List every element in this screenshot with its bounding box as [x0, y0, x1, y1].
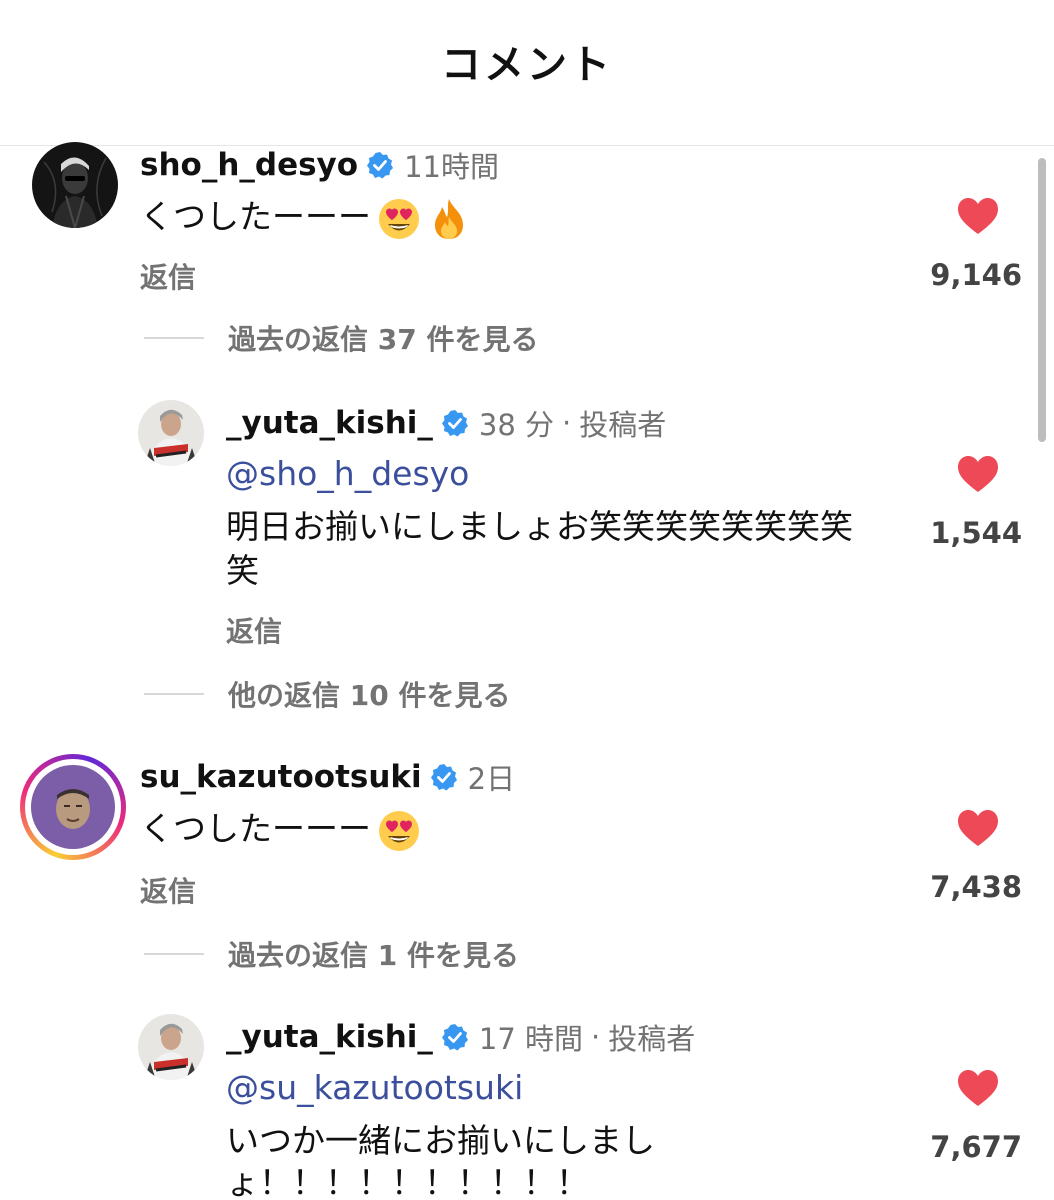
- comment-text-continued: 笑: [226, 551, 259, 590]
- heart-eyes-emoji-icon: [377, 809, 421, 853]
- like-heart-icon[interactable]: [956, 1068, 1000, 1108]
- author-tag: 投稿者: [608, 1022, 696, 1056]
- mention-link[interactable]: @su_kazutootsuki: [226, 1068, 523, 1107]
- divider: [144, 337, 204, 339]
- comments-sheet: コメント sho_h_desyo 11時間 くつしたーーー 返信 9,146 過…: [0, 0, 1054, 1200]
- heart-eyes-emoji-icon: [377, 197, 421, 241]
- comment-text: くつしたーーー: [140, 806, 421, 853]
- fire-emoji-icon: [427, 197, 471, 241]
- comment-header: _yuta_kishi_ 38 分 · 投稿者: [226, 402, 666, 444]
- like-count: 7,438: [930, 870, 1022, 904]
- username[interactable]: su_kazutootsuki: [140, 759, 422, 795]
- comments-header: コメント: [0, 0, 1054, 146]
- like-count: 9,146: [930, 258, 1022, 292]
- comment-time: 38 分: [478, 408, 555, 442]
- like-count: 7,677: [930, 1130, 1022, 1164]
- view-previous-replies-button[interactable]: 過去の返信 1 件を見る: [144, 934, 519, 974]
- view-previous-replies-button[interactable]: 過去の返信 37 件を見る: [144, 318, 538, 358]
- mention-link[interactable]: @sho_h_desyo: [226, 454, 469, 493]
- comment-header: su_kazutootsuki 2日: [140, 756, 515, 798]
- comment-time: 2日: [467, 762, 516, 796]
- comment-time: 17 時間: [478, 1022, 584, 1056]
- avatar[interactable]: [138, 1014, 204, 1080]
- like-heart-icon[interactable]: [956, 808, 1000, 848]
- avatar-story-ring[interactable]: [20, 754, 126, 860]
- reply-button[interactable]: 返信: [140, 256, 196, 296]
- divider: [144, 693, 204, 695]
- username[interactable]: _yuta_kishi_: [226, 405, 433, 441]
- username[interactable]: sho_h_desyo: [140, 147, 358, 183]
- comment-text: いつか一緒にお揃いにしまし: [226, 1121, 655, 1160]
- like-count: 1,544: [930, 516, 1022, 550]
- verified-badge-icon: [430, 763, 458, 791]
- verified-badge-icon: [366, 151, 394, 179]
- divider: [144, 953, 204, 955]
- reply-button[interactable]: 返信: [140, 870, 196, 910]
- view-more-replies-button[interactable]: 他の返信 10 件を見る: [144, 674, 510, 714]
- like-heart-icon[interactable]: [956, 196, 1000, 236]
- author-tag: 投稿者: [579, 408, 667, 442]
- avatar[interactable]: [138, 400, 204, 466]
- separator-dot: ·: [591, 1020, 601, 1054]
- separator-dot: ·: [562, 406, 572, 440]
- scrollbar[interactable]: [1038, 158, 1046, 442]
- page-title: コメント: [441, 42, 613, 88]
- username[interactable]: _yuta_kishi_: [226, 1019, 433, 1055]
- comment-text: 明日お揃いにしましょお笑笑笑笑笑笑笑笑: [226, 507, 853, 546]
- verified-badge-icon: [441, 1023, 469, 1051]
- comment-header: sho_h_desyo 11時間: [140, 144, 499, 186]
- verified-badge-icon: [441, 409, 469, 437]
- comment-text: くつしたーーー: [140, 194, 471, 241]
- avatar: [31, 765, 115, 849]
- comment-header: _yuta_kishi_ 17 時間 · 投稿者: [226, 1016, 695, 1058]
- like-heart-icon[interactable]: [956, 454, 1000, 494]
- reply-button[interactable]: 返信: [226, 610, 282, 650]
- comment-text-continued: ょ！！！！！！！！！！: [226, 1163, 589, 1200]
- avatar[interactable]: [32, 142, 118, 228]
- comment-time: 11時間: [404, 150, 499, 184]
